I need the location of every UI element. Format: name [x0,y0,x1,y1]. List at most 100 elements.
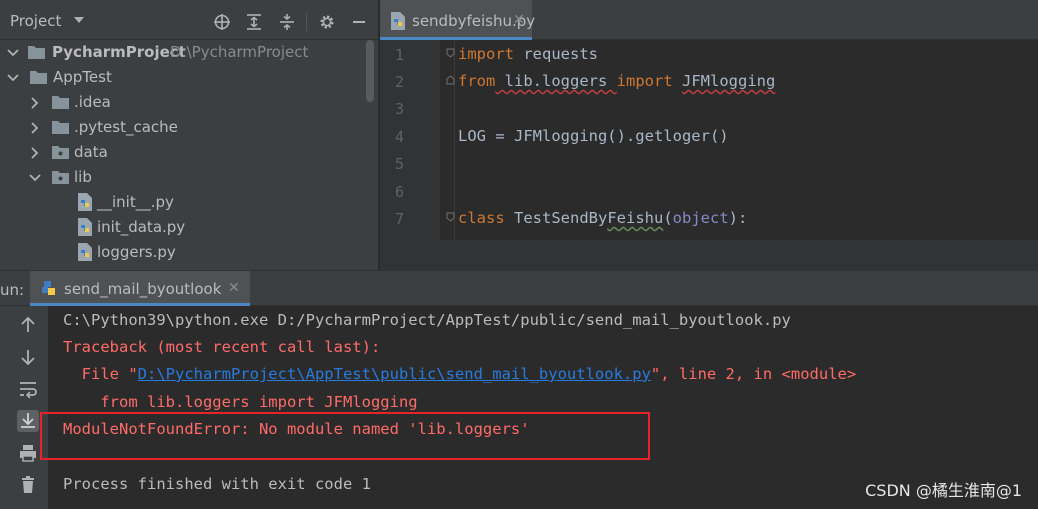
collapse-all-icon[interactable] [278,13,296,31]
tree-item-label: .idea [74,93,111,111]
project-panel: Project PycharmProject D:\PycharmProject… [0,0,378,270]
soft-wrap-icon[interactable] [17,378,39,400]
line-number: 6 [394,183,404,201]
tree-item-pycharmproject[interactable]: PycharmProject D:\PycharmProject [0,40,366,65]
code-keyword: import [458,45,514,63]
tree-item-label: data [74,143,108,161]
line-number: 4 [394,128,404,146]
expand-all-icon[interactable] [245,13,263,31]
tree-item-path: D:\PycharmProject [170,43,309,61]
python-file-icon [78,193,92,211]
tree-item-label: loggers.py [97,243,176,261]
python-file-icon [78,243,92,261]
package-folder-icon [52,171,69,184]
tree-item-label: AppTest [53,68,112,86]
tree-item-pytest-cache[interactable]: .pytest_cache [0,115,366,140]
code-text: requests [514,45,598,63]
code-line-2: from lib.loggers import JFMlogging [458,72,775,90]
run-toolbar [0,306,48,509]
toolbar-separator [306,13,307,31]
tree-item-label: .pytest_cache [74,118,178,136]
tree-item-label: __init__.py [97,193,174,211]
chevron-down-icon[interactable] [28,171,42,185]
code-builtin: object [672,209,729,227]
tree-item-label: init_data.py [97,218,186,236]
chevron-right-icon[interactable] [28,96,42,110]
line-number-gutter: 1 2 3 4 5 6 7 [380,40,440,270]
run-panel-header: un: send_mail_byoutlook ✕ [0,270,1038,306]
folder-icon [52,121,69,134]
project-view-selector[interactable]: Project [10,12,61,30]
console-text: ", line 2, in <module> [650,365,857,383]
chevron-right-icon[interactable] [28,146,42,160]
folder-icon [52,96,69,109]
python-file-icon [391,12,405,30]
console-source-line: from lib.loggers import JFMlogging [63,393,418,411]
tree-item-apptest[interactable]: AppTest [0,65,366,90]
tree-item-init-py[interactable]: __init__.py [0,190,366,215]
code-text: JFMlogging [682,72,776,90]
tree-item-label: lib [74,168,92,186]
line-number: 1 [394,46,404,64]
code-text: lib.loggers [495,72,617,90]
folder-icon [30,71,47,84]
tree-item-loggers-py[interactable]: loggers.py [0,240,366,265]
fold-marker-icon[interactable] [446,48,455,58]
tree-item-data[interactable]: data [0,140,366,165]
code-line-4: LOG = JFMlogging().getloger() [458,127,729,145]
error-highlight-box [40,412,650,460]
tab-sendbyfeishu[interactable]: sendbyfeishu.py ✕ [380,0,535,40]
file-link[interactable]: D:\PycharmProject\AppTest\public\send_ma… [138,365,651,383]
code-text: TestSendBy [504,209,608,227]
tree-item-lib[interactable]: lib [0,165,366,190]
line-number: 2 [394,73,404,91]
python-icon [42,281,55,295]
chevron-down-icon[interactable] [74,17,84,23]
chevron-down-icon[interactable] [6,71,20,85]
console-traceback-header: Traceback (most recent call last): [63,338,381,356]
watermark: CSDN @橘生淮南@1 [865,481,1022,500]
locate-crosshair-icon[interactable] [213,13,231,31]
code-editor[interactable]: sendbyfeishu.py ✕ 1 2 3 4 5 6 7 import r… [380,0,1038,270]
folder-icon [28,46,45,59]
project-scrollbar[interactable] [366,40,374,102]
tree-item-idea[interactable]: .idea [0,90,366,115]
project-panel-header: Project [0,0,378,40]
code-text: ): [728,209,748,227]
code-text: Feishu [607,209,664,227]
arrow-up-icon[interactable] [17,314,39,336]
chevron-down-icon[interactable] [6,46,20,60]
print-icon[interactable] [17,442,39,464]
minimize-icon[interactable] [350,13,368,31]
console-exit-status: Process finished with exit code 1 [63,475,371,493]
console-command-line: C:\Python39\python.exe D:/PycharmProject… [63,311,791,329]
gear-icon[interactable] [318,13,336,31]
tree-item-label: PycharmProject [52,43,186,61]
editor-tab-bar: sendbyfeishu.py ✕ [380,0,1038,40]
arrow-down-icon[interactable] [17,346,39,368]
console-text: File " [63,365,138,383]
scroll-to-end-icon[interactable] [17,410,39,432]
code-keyword: from [458,72,496,90]
fold-marker-icon[interactable] [446,75,455,85]
trash-icon[interactable] [17,474,39,496]
line-number: 7 [394,210,404,228]
line-number: 3 [394,100,404,118]
chevron-right-icon[interactable] [28,121,42,135]
run-tab-label: send_mail_byoutlook [64,280,222,298]
code-line-1: import requests [458,45,598,63]
tab-send-mail-byoutlook[interactable]: send_mail_byoutlook ✕ [30,271,250,306]
code-keyword: class [458,209,505,227]
code-line-7: class TestSendByFeishu(object): [458,209,747,227]
close-icon[interactable]: ✕ [513,12,525,28]
tree-item-init-data-py[interactable]: init_data.py [0,215,366,240]
package-folder-icon [52,146,69,159]
gutter-divider [454,40,455,240]
console-traceback-file: File "D:\PycharmProject\AppTest\public\s… [63,365,857,383]
code-text: ( [663,209,673,227]
fold-marker-icon[interactable] [446,212,455,222]
close-icon[interactable]: ✕ [228,280,240,296]
editor-bottom-area [380,240,1038,270]
code-keyword: import [616,72,673,90]
